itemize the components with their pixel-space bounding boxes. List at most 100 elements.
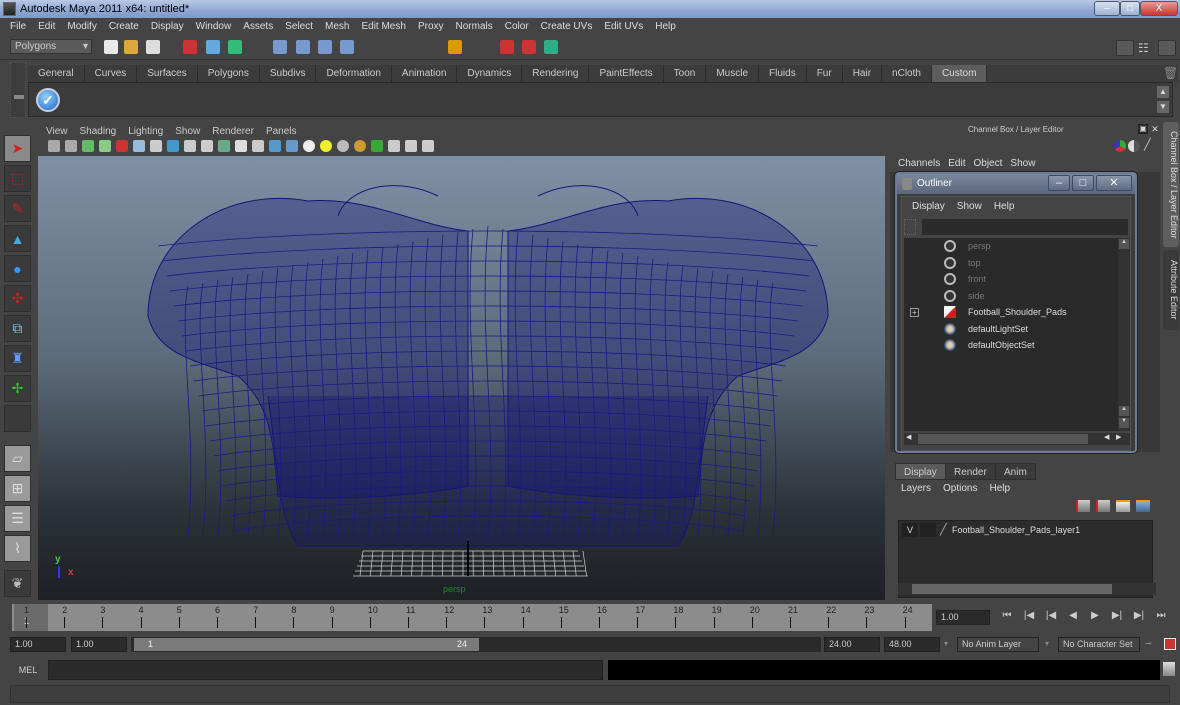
character-set-dropdown[interactable]: No Character Set [1058, 637, 1140, 652]
frame-icon[interactable] [405, 140, 417, 152]
scale-tool-icon[interactable]: ✣ [4, 285, 31, 312]
layer-hscroll-thumb[interactable] [912, 584, 1112, 594]
isolate-select-icon[interactable] [371, 140, 383, 152]
wireframe-on-shaded-icon[interactable] [252, 140, 264, 152]
step-back-frame-icon[interactable]: |◀ [1042, 610, 1060, 621]
layer-color-swatch[interactable]: ╱ [940, 523, 952, 537]
menu-mesh[interactable]: Mesh [319, 21, 355, 32]
flat-shade-icon[interactable] [167, 140, 179, 152]
outliner-menu-show[interactable]: Show [951, 201, 988, 212]
scroll-up-icon[interactable]: ▲ [1119, 239, 1129, 249]
viewport-persp[interactable]: persp y x [38, 156, 885, 600]
channel-menu-channels[interactable]: Channels [894, 158, 944, 169]
camera-attr-icon[interactable] [65, 140, 77, 152]
single-perspective-layout-icon[interactable]: ▱ [4, 445, 31, 472]
command-language-label[interactable]: MEL [10, 660, 46, 680]
shelf-tab-fur[interactable]: Fur [807, 65, 843, 82]
script-editor-icon[interactable] [1163, 662, 1175, 676]
layer-hscrollbar[interactable] [898, 583, 1156, 595]
outliner-minimize-button[interactable]: – [1048, 175, 1070, 191]
snap-curve-icon[interactable] [296, 40, 310, 54]
wireframe-icon[interactable] [133, 140, 145, 152]
texture-icon[interactable] [218, 140, 230, 152]
outliner-hscrollbar[interactable]: ◀ ◀ ▶ [904, 433, 1130, 445]
playback-end-field[interactable]: 24.00 [824, 637, 880, 652]
four-view-layout-icon[interactable]: ⊞ [4, 475, 31, 502]
layer-menu-options[interactable]: Options [943, 483, 983, 494]
new-layer-icon[interactable] [1096, 500, 1110, 512]
select-by-object-icon[interactable] [206, 40, 220, 54]
shelf-tab-animation[interactable]: Animation [392, 65, 458, 82]
current-time-field[interactable]: 1.00 [936, 610, 990, 625]
panel-menu-show[interactable]: Show [169, 126, 206, 137]
default-material-icon[interactable] [269, 140, 281, 152]
step-forward-frame-icon[interactable]: ▶| [1108, 610, 1126, 621]
menu-create-uvs[interactable]: Create UVs [535, 21, 599, 32]
render-icon[interactable] [500, 40, 514, 54]
text-icon[interactable] [235, 140, 247, 152]
layer-menu-layers[interactable]: Layers [901, 483, 937, 494]
shelf-tab-toon[interactable]: Toon [664, 65, 707, 82]
menu-edit-uvs[interactable]: Edit UVs [598, 21, 649, 32]
open-scene-icon[interactable] [124, 40, 138, 54]
snap-point-icon[interactable] [318, 40, 332, 54]
outliner-item[interactable]: defaultObjectSet [944, 337, 1035, 353]
maximize-button[interactable]: □ [1120, 1, 1140, 16]
isolate-icon[interactable] [286, 140, 298, 152]
shelf-tab-general[interactable]: General [28, 65, 85, 82]
channel-menu-object[interactable]: Object [970, 158, 1007, 169]
xray-icon[interactable] [201, 140, 213, 152]
step-back-key-icon[interactable]: |◀ [1020, 610, 1038, 621]
tab-channel-box-layer-editor[interactable]: Channel Box / Layer Editor [1163, 122, 1179, 247]
shelf-tab-dynamics[interactable]: Dynamics [457, 65, 523, 82]
layer-tab-display[interactable]: Display [895, 463, 946, 480]
menu-help[interactable]: Help [649, 21, 682, 32]
scroll-left-icon-2[interactable]: ◀ [1104, 433, 1109, 441]
channel-menu-edit[interactable]: Edit [944, 158, 969, 169]
outliner-item[interactable]: defaultLightSet [944, 321, 1028, 337]
make-live-icon[interactable] [448, 40, 462, 54]
rotate-tool-icon[interactable]: ● [4, 255, 31, 282]
close-panel-icon[interactable]: ✕ [1150, 124, 1160, 134]
menu-proxy[interactable]: Proxy [412, 21, 450, 32]
ipr-render-icon[interactable] [522, 40, 536, 54]
anim-layer-menu-icon[interactable]: ▾ [944, 639, 948, 648]
bounding-box-icon[interactable] [184, 140, 196, 152]
play-backward-icon[interactable]: ◀ [1064, 610, 1082, 621]
move-tool-icon[interactable]: ▲ [4, 225, 31, 252]
outliner-persp-layout-icon[interactable]: ☰ [4, 505, 31, 532]
shelf-tab-rendering[interactable]: Rendering [522, 65, 590, 82]
layer-visibility-toggle[interactable]: V [902, 523, 918, 537]
minimize-button[interactable]: – [1094, 1, 1120, 16]
outliner-title-bar[interactable]: Outliner – □ ✕ [897, 174, 1135, 194]
go-to-start-icon[interactable]: ⏮ [998, 610, 1016, 621]
tool-settings-toggle-icon[interactable]: ☷ [1138, 40, 1154, 56]
attribute-editor-toggle-icon[interactable] [1158, 40, 1176, 56]
move-layer-down-icon[interactable] [1136, 500, 1150, 512]
shelf-tab-polygons[interactable]: Polygons [198, 65, 260, 82]
outliner-menu-display[interactable]: Display [906, 201, 951, 212]
scroll-down-icon[interactable]: ▼ [1119, 418, 1129, 428]
menu-file[interactable]: File [4, 21, 32, 32]
shelf-tab-ncloth[interactable]: nCloth [882, 65, 932, 82]
menu-display[interactable]: Display [145, 21, 190, 32]
step-forward-key-icon[interactable]: ▶| [1130, 610, 1148, 621]
bookmark-icon[interactable] [82, 140, 94, 152]
show-manipulator-icon[interactable]: ✢ [4, 375, 31, 402]
snap-grid-icon[interactable] [273, 40, 287, 54]
layer-editor-toggle-icon[interactable] [1128, 140, 1140, 152]
outliner-maximize-button[interactable]: □ [1072, 175, 1094, 191]
outliner-item[interactable]: persp [944, 238, 991, 254]
universal-manipulator-icon[interactable]: ⧉ [4, 315, 31, 342]
shelf-scroll-down-icon[interactable]: ▼ [1157, 101, 1169, 113]
shelf-tab-custom[interactable]: Custom [931, 65, 988, 82]
menu-modify[interactable]: Modify [61, 21, 102, 32]
select-by-hierarchy-icon[interactable] [183, 40, 197, 54]
new-scene-icon[interactable] [104, 40, 118, 54]
menu-color[interactable]: Color [499, 21, 535, 32]
menu-normals[interactable]: Normals [450, 21, 499, 32]
anim-layer-dropdown[interactable]: No Anim Layer [957, 637, 1039, 652]
float-panel-icon[interactable]: ▣ [1138, 124, 1148, 134]
image-plane-icon[interactable] [99, 140, 111, 152]
trash-icon[interactable]: 🗑 [1163, 66, 1178, 80]
